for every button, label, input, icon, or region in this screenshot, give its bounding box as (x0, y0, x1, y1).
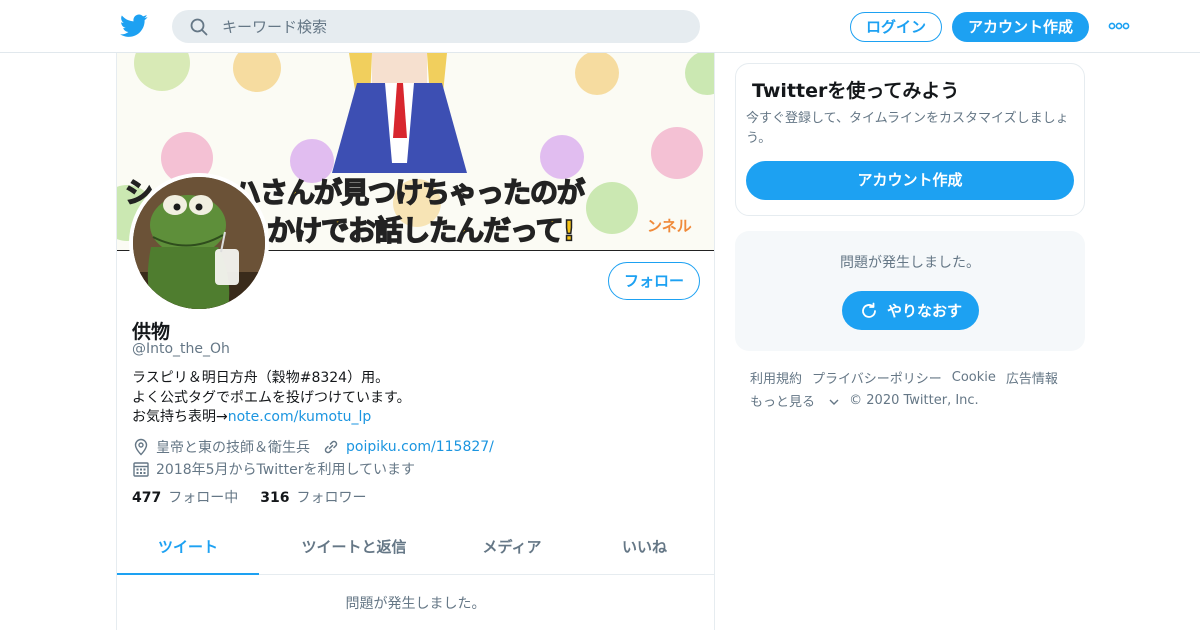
tab-tweets-and-replies[interactable]: ツイートと返信 (259, 523, 449, 575)
footer-more-label: もっと見る (750, 395, 816, 410)
signup-button[interactable]: アカウント作成 (952, 12, 1089, 42)
footer-links: 利用規約 プライバシーポリシー Cookie 広告情報 もっと見る © 2020… (750, 366, 1070, 412)
profile-joined-date: 2018年5月からTwitterを利用しています (156, 462, 416, 478)
avatar-image (133, 177, 265, 309)
bio-line-prefix: お気持ち表明→ (132, 409, 228, 425)
twitter-bird-icon[interactable] (120, 13, 148, 39)
signup-card-description: 今すぐ登録して、タイムラインをカスタマイズしましょう。 (746, 111, 1069, 146)
link-icon (324, 440, 338, 454)
timeline-error-message: 問題が発生しました。 (345, 596, 486, 612)
signup-card-button[interactable]: アカウント作成 (746, 161, 1074, 200)
refresh-icon (862, 302, 876, 318)
profile-display-name: 供物 (132, 321, 171, 343)
search-icon (190, 18, 208, 36)
profile-counts: 477 フォロー中 316 フォロワー (132, 487, 388, 507)
retry-label: やりなおす (886, 302, 962, 320)
signup-card-title: Twitterを使ってみよう (752, 80, 960, 102)
followers-count: 316 (260, 490, 290, 506)
login-button[interactable]: ログイン (850, 12, 942, 42)
tab-media[interactable]: メディア (449, 523, 575, 575)
follow-button[interactable]: フォロー (608, 262, 700, 300)
location-pin-icon (134, 438, 148, 456)
bio-line: ラスピリ＆明日方舟（穀物#8324）用。 (132, 370, 390, 386)
profile-handle: @Into_the_Oh (132, 341, 230, 357)
profile-bio: ラスピリ＆明日方舟（穀物#8324）用。 よく公式タグでポエムを投げつけています… (132, 369, 411, 428)
search-input[interactable] (222, 10, 682, 43)
more-dots-icon[interactable] (1108, 21, 1130, 31)
following-count: 477 (132, 490, 162, 506)
footer-link-ads[interactable]: 広告情報 (1006, 368, 1058, 387)
top-navigation-bar: ログイン アカウント作成 (0, 0, 1200, 53)
following-label: フォロー中 (168, 490, 239, 506)
chevron-down-icon (829, 399, 839, 405)
footer-link-privacy[interactable]: プライバシーポリシー (812, 368, 942, 387)
profile-tabs: ツイート ツイートと返信 メディア いいね (117, 523, 714, 575)
tab-likes[interactable]: いいね (575, 523, 714, 575)
profile-avatar[interactable] (129, 173, 269, 313)
bio-link[interactable]: note.com/kumotu_lp (228, 409, 372, 425)
footer-more-link[interactable]: もっと見る (750, 391, 839, 410)
following-count-link[interactable]: 477 フォロー中 (132, 487, 238, 507)
calendar-icon (133, 462, 149, 477)
search-box[interactable] (172, 10, 700, 43)
bio-line: よく公式タグでポエムを投げつけています。 (132, 389, 411, 406)
retry-button[interactable]: やりなおす (842, 291, 979, 330)
footer-link-terms[interactable]: 利用規約 (750, 368, 802, 387)
profile-column: シ ナハさんが見つけちゃったのが かけでお話したんだって! ンネル フォロー 供… (116, 53, 715, 630)
bio-line: お気持ち表明→note.com/kumotu_lp (132, 408, 411, 428)
followers-label: フォロワー (296, 490, 367, 506)
profile-location: 皇帝と東の技師＆衛生兵 (156, 440, 310, 456)
footer-copyright: © 2020 Twitter, Inc. (849, 393, 979, 408)
banner-caption-line2: かけでお話したんだって! (266, 213, 576, 248)
profile-website-link[interactable]: poipiku.com/115827/ (346, 439, 494, 455)
error-card: 問題が発生しました。 やりなおす (735, 231, 1085, 351)
footer-link-cookie[interactable]: Cookie (952, 370, 996, 385)
error-card-message: 問題が発生しました。 (840, 255, 980, 271)
signup-card: Twitterを使ってみよう 今すぐ登録して、タイムラインをカスタマイズしましょ… (735, 63, 1085, 216)
profile-meta: 皇帝と東の技師＆衛生兵 poipiku.com/115827/ 2018年5月か… (132, 436, 494, 480)
followers-count-link[interactable]: 316 フォロワー (260, 487, 366, 507)
tab-tweets[interactable]: ツイート (117, 523, 259, 575)
banner-caption-side: ンネル (647, 217, 692, 235)
